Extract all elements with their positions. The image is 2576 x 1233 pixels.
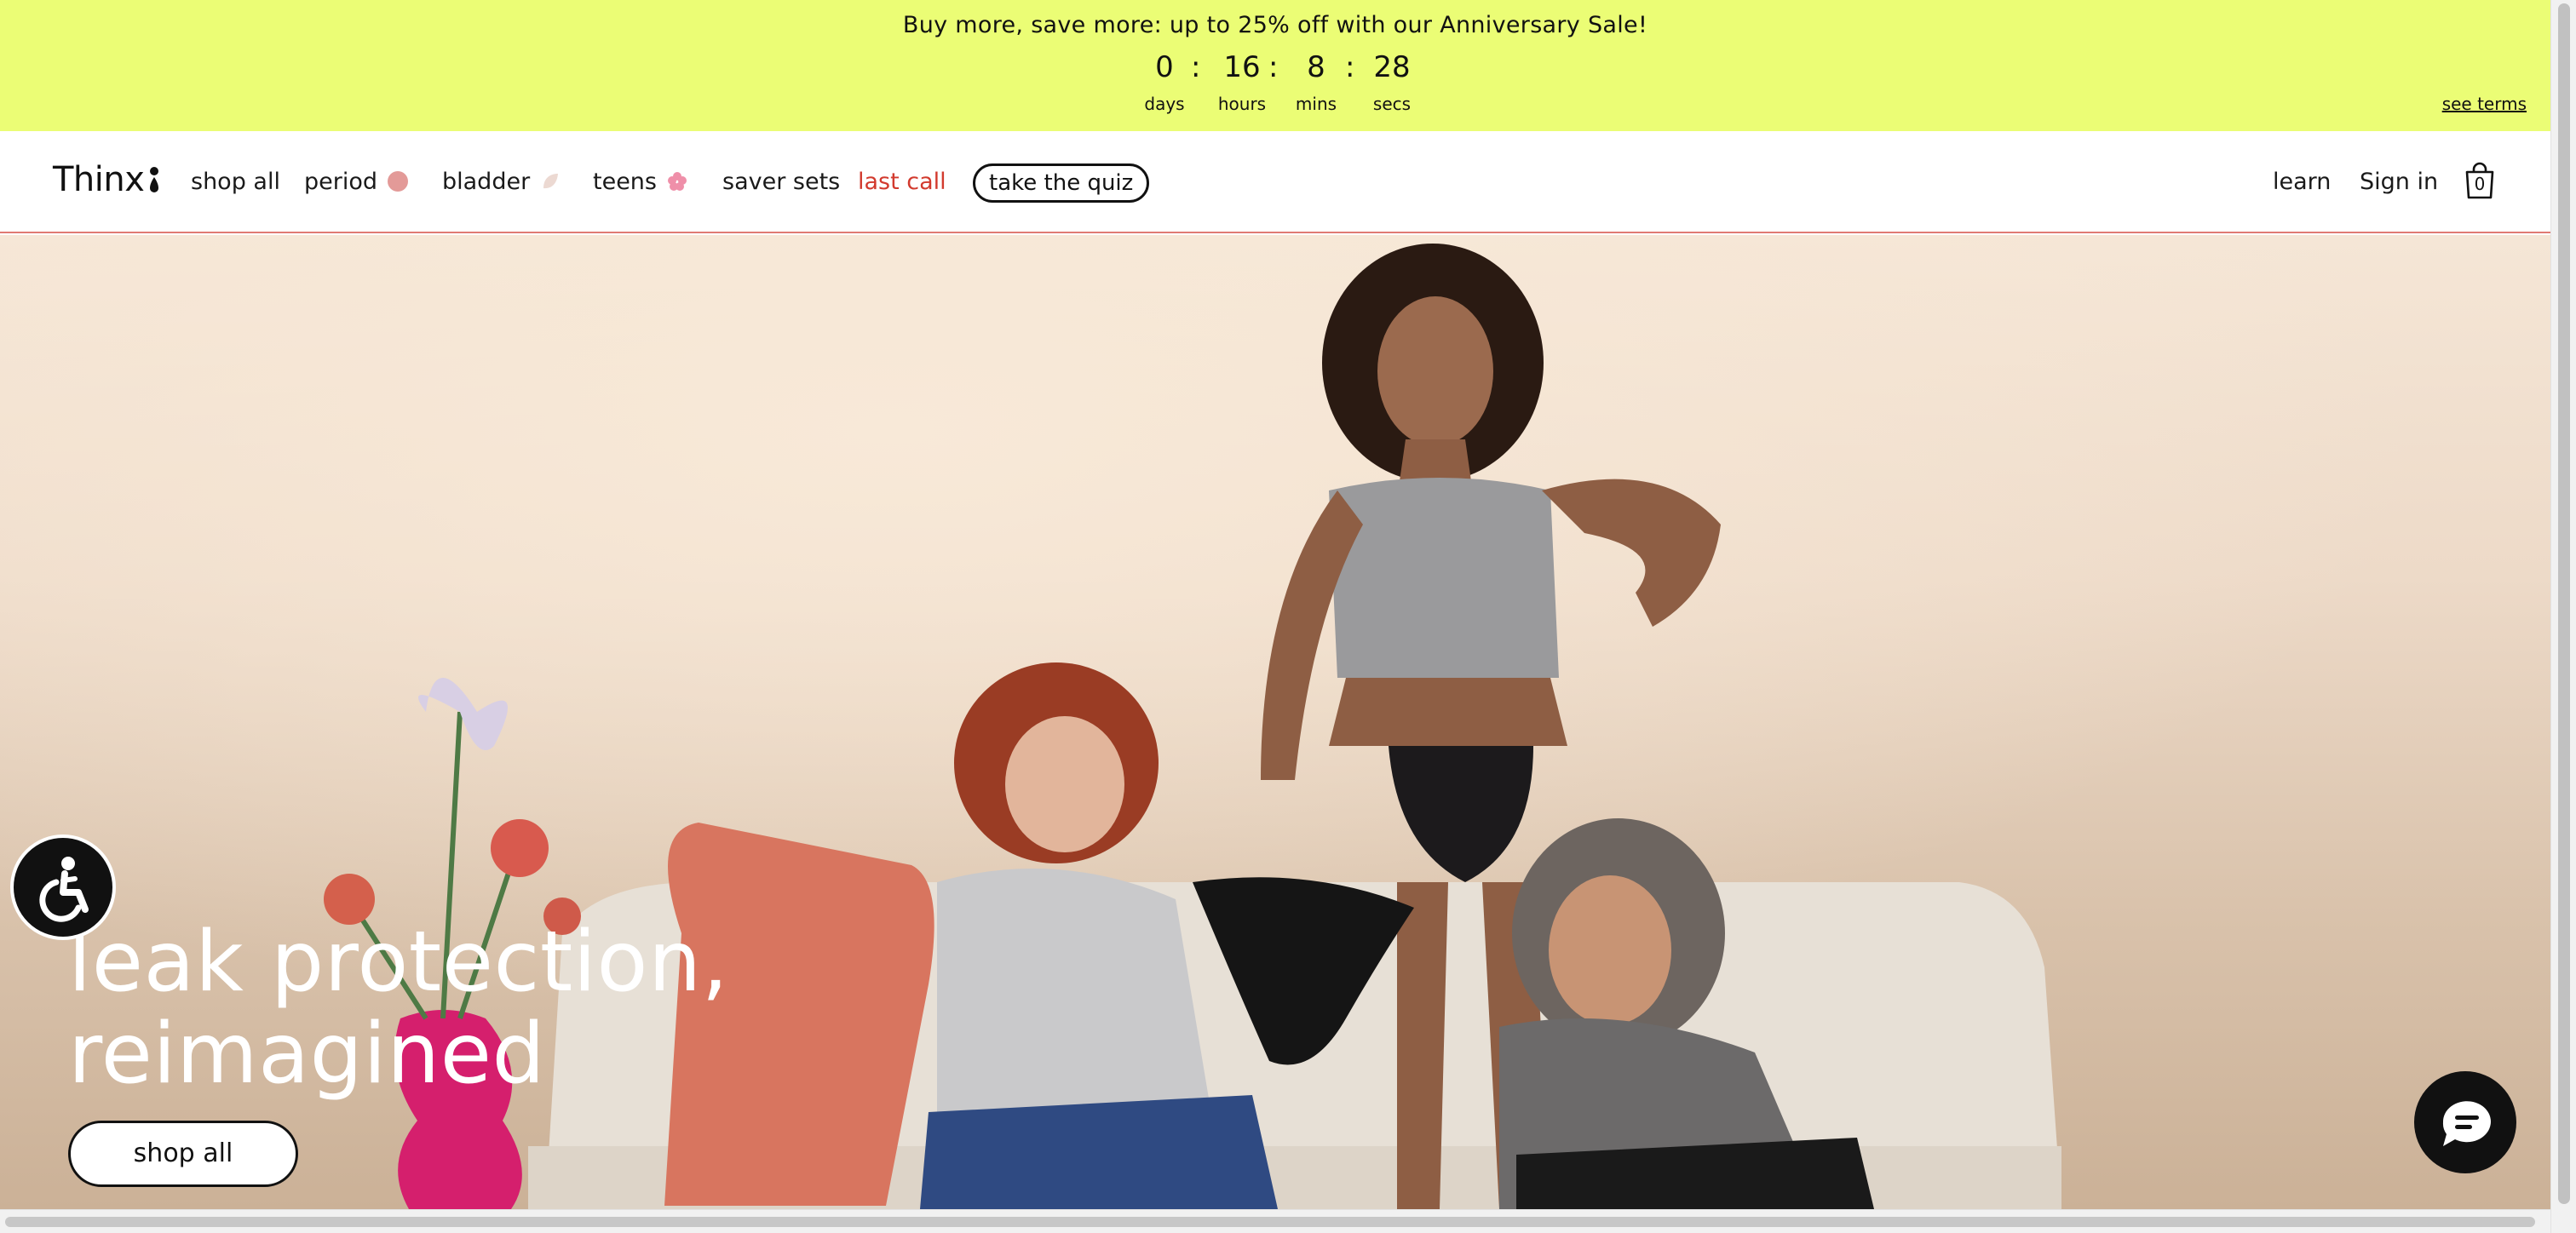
nav-teens[interactable]: teens <box>593 169 687 195</box>
countdown-secs: 28 secs <box>1354 48 1430 116</box>
cart-button[interactable]: 0 <box>2464 162 2496 201</box>
hero-title-line2: reimagined <box>68 1006 546 1103</box>
hero-title-line1: leak protection, <box>68 914 729 1011</box>
countdown-mins-value: 8 <box>1307 50 1325 84</box>
teens-flower-icon <box>668 172 687 191</box>
horizontal-scrollbar[interactable] <box>0 1209 2550 1233</box>
nav-shop-all[interactable]: shop all <box>191 169 280 195</box>
nav-period-label: period <box>304 169 378 195</box>
nav-saver-sets-label: saver sets <box>722 169 841 195</box>
nav-learn-label: learn <box>2273 169 2332 195</box>
countdown-hours-label: hours <box>1217 94 1267 114</box>
countdown-days-label: days <box>1144 94 1185 114</box>
site-header: Thinx shop all period bladder teens save… <box>0 131 2550 233</box>
countdown-secs-value: 28 <box>1373 50 1411 84</box>
countdown-separator: : <box>1191 50 1201 84</box>
nav-shop-all-label: shop all <box>191 169 280 195</box>
accessibility-button[interactable] <box>10 834 116 940</box>
nav-last-call-label: last call <box>858 169 946 195</box>
nav-teens-label: teens <box>593 169 657 195</box>
wheelchair-icon <box>39 857 89 922</box>
countdown-mins-label: mins <box>1295 94 1337 114</box>
thinx-logo[interactable]: Thinx <box>53 160 159 199</box>
countdown-secs-label: secs <box>1372 94 1412 114</box>
announcement-text: Buy more, save more: up to 25% off with … <box>902 12 1648 38</box>
vertical-scrollbar[interactable] <box>2550 0 2576 1233</box>
nav-learn[interactable]: learn <box>2273 169 2331 195</box>
logo-drop-icon <box>150 167 159 192</box>
countdown-separator: : <box>1268 50 1279 84</box>
chat-bubble-icon <box>2442 1101 2491 1146</box>
announcement-bar: Buy more, save more: up to 25% off with … <box>0 0 2550 131</box>
nav-bladder-label: bladder <box>442 169 531 195</box>
hero-shop-all-button[interactable]: shop all <box>68 1121 298 1187</box>
nav-period[interactable]: period <box>304 169 409 195</box>
vertical-scrollbar-thumb[interactable] <box>2558 3 2570 1204</box>
period-dot-icon <box>388 171 409 192</box>
chat-button[interactable] <box>2414 1071 2516 1173</box>
see-terms-link[interactable]: see terms <box>2442 94 2527 114</box>
horizontal-scrollbar-thumb[interactable] <box>5 1217 2535 1227</box>
logo-wordmark: Thinx <box>53 160 145 199</box>
bladder-leaf-icon <box>543 174 559 189</box>
nav-saver-sets[interactable]: saver sets <box>722 169 840 195</box>
take-the-quiz-button[interactable]: take the quiz <box>973 163 1150 203</box>
sign-in-link[interactable]: Sign in <box>2360 169 2438 195</box>
sign-in-label: Sign in <box>2360 169 2439 195</box>
hero-banner: leak protection, reimagined shop all <box>0 235 2550 1209</box>
nav-last-call[interactable]: last call <box>858 169 946 195</box>
hero-title: leak protection, reimagined <box>68 916 728 1100</box>
cart-count: 0 <box>2474 174 2486 194</box>
countdown-mins: 8 mins <box>1278 48 1354 116</box>
nav-bladder[interactable]: bladder <box>442 169 561 195</box>
